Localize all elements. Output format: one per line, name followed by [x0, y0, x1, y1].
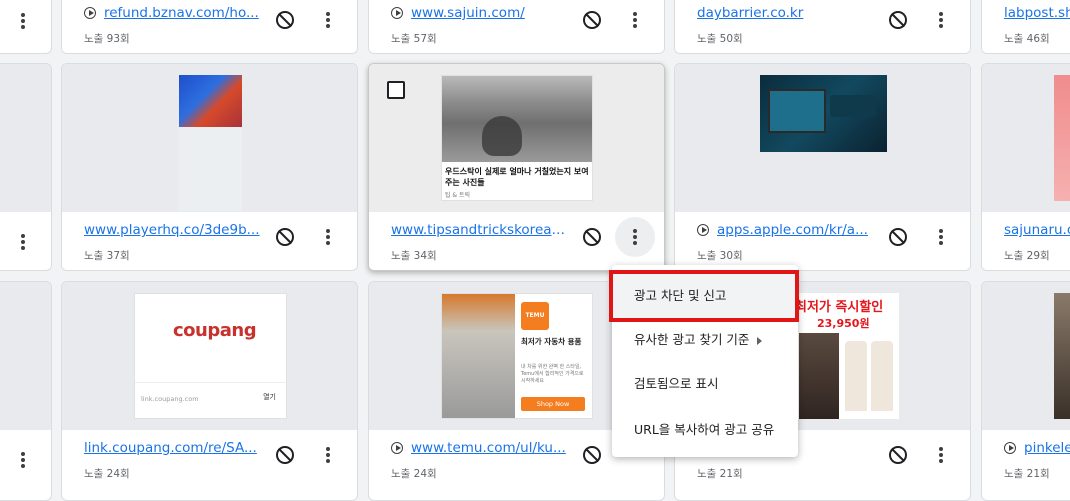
menu-item-label: URL을 복사하여 광고 공유 — [634, 422, 775, 437]
ad-card[interactable]: www.playerhq.co/3de9b... 노출 37회 — [61, 63, 358, 271]
impression-count: 노출 50회 — [697, 33, 743, 45]
more-options-icon[interactable] — [21, 234, 25, 250]
ad-url-link[interactable]: refund.bznav.com/ho... — [104, 5, 264, 21]
ad-card[interactable]: apps.apple.com/kr/a... 노출 30회 — [674, 63, 971, 271]
ad-image: 최저가 즉시할인 23,950원 — [795, 293, 899, 419]
video-icon — [391, 7, 403, 19]
ad-url-link[interactable]: apps.apple.com/kr/a... — [717, 222, 872, 238]
select-checkbox[interactable] — [387, 81, 405, 99]
menu-item-mark-reviewed[interactable]: 검토됨으로 표시 — [612, 362, 798, 406]
coupang-logo: coupang — [173, 320, 257, 341]
video-icon — [84, 7, 96, 19]
block-icon[interactable] — [276, 228, 294, 246]
block-icon[interactable] — [583, 446, 601, 464]
impression-count: 노출 24회 — [391, 468, 437, 480]
ad-url-link[interactable]: sajunaru.c — [1004, 222, 1070, 238]
block-icon[interactable] — [889, 228, 907, 246]
impression-count: 노출 34회 — [391, 250, 437, 262]
block-icon[interactable] — [276, 11, 294, 29]
impression-count: 노출 24회 — [84, 468, 130, 480]
ad-url-link[interactable]: www.playerhq.co/3de9b... — [84, 222, 260, 238]
more-options-icon[interactable] — [326, 229, 330, 245]
ad-caption: 우드스탁이 실제로 얼마나 거칠었는지 보여주는 사진들 — [445, 167, 589, 187]
ad-preview — [0, 64, 51, 212]
ad-card[interactable]: daybarrier.co.kr 노출 50회 — [674, 0, 971, 54]
block-icon[interactable] — [889, 446, 907, 464]
impression-count: 노출 46회 — [1004, 33, 1050, 45]
more-options-icon[interactable] — [326, 447, 330, 463]
ad-card[interactable]: pinkele 노출 21회 — [981, 281, 1070, 501]
ad-card[interactable]: labpost.sh 노출 46회 — [981, 0, 1070, 54]
ad-source: 팁 & 트릭 — [445, 192, 471, 199]
video-icon — [1004, 442, 1016, 454]
ad-card[interactable]: www.sajuin.com/ 노출 57회 — [368, 0, 665, 54]
menu-item-find-similar[interactable]: 유사한 광고 찾기 기준 — [612, 318, 798, 362]
more-options-icon[interactable] — [21, 452, 25, 468]
block-icon[interactable] — [276, 446, 294, 464]
ad-card-selected[interactable]: 우드스탁이 실제로 얼마나 거칠었는지 보여주는 사진들 팁 & 트릭 www.… — [368, 63, 665, 271]
video-icon — [391, 442, 403, 454]
ad-image: TEMU 최저가 자동차 용품 내 차를 위한 완벽 한 스타일, Temu에서… — [441, 293, 593, 419]
more-options-icon[interactable] — [21, 13, 25, 29]
block-icon[interactable] — [583, 11, 601, 29]
ad-url-link[interactable]: pinkele — [1024, 440, 1070, 456]
more-options-icon[interactable] — [939, 447, 943, 463]
highlight-box — [609, 270, 799, 322]
ad-image — [179, 75, 242, 211]
menu-item-copy-url[interactable]: URL을 복사하여 광고 공유 — [612, 408, 798, 452]
ad-preview — [982, 64, 1070, 212]
ad-image — [760, 75, 887, 152]
ad-card[interactable]: refund.bznav.com/ho... 노출 93회 — [61, 0, 358, 54]
ad-image — [1054, 75, 1070, 201]
submenu-arrow-icon — [757, 336, 763, 345]
impression-count: 노출 30회 — [697, 250, 743, 262]
ad-url-link[interactable]: link.coupang.com/re/SA... — [84, 440, 260, 456]
more-options-icon[interactable] — [939, 12, 943, 28]
shop-now-button[interactable]: Shop Now — [521, 397, 585, 411]
more-options-icon[interactable] — [633, 229, 637, 245]
ad-image: 우드스탁이 실제로 얼마나 거칠었는지 보여주는 사진들 팁 & 트릭 — [441, 75, 593, 201]
ad-url-link[interactable]: www.sajuin.com/ — [411, 5, 571, 21]
ad-price: 23,950원 — [817, 317, 870, 330]
ad-preview: coupang link.coupang.com 열기 — [62, 282, 357, 430]
block-icon[interactable] — [583, 228, 601, 246]
impression-count: 노출 57회 — [391, 33, 437, 45]
ad-preview — [982, 282, 1070, 430]
video-icon — [697, 224, 709, 236]
impression-count: 노출 29회 — [1004, 250, 1050, 262]
temu-logo: TEMU — [521, 302, 549, 330]
ad-title: 최저가 자동차 용품 — [521, 337, 582, 346]
more-options-icon[interactable] — [633, 12, 637, 28]
ad-card[interactable]: sajunaru.c 노출 29회 — [981, 63, 1070, 271]
menu-item-label: 검토됨으로 표시 — [634, 376, 719, 391]
ad-preview — [675, 64, 970, 212]
ad-card[interactable] — [0, 0, 52, 54]
block-icon[interactable] — [889, 11, 907, 29]
ad-card[interactable]: coupang link.coupang.com 열기 link.coupang… — [61, 281, 358, 501]
more-options-icon[interactable] — [939, 229, 943, 245]
ad-image: coupang link.coupang.com 열기 — [134, 293, 287, 419]
ad-url-link[interactable]: www.temu.com/ul/ku... — [411, 440, 566, 456]
impression-count: 노출 93회 — [84, 33, 130, 45]
ad-url-link[interactable]: www.tipsandtrickskorea.... — [391, 222, 567, 238]
ad-body: 내 차를 위한 완벽 한 스타일, Temu에서 합리적인 가격으로 시작하세요 — [521, 364, 584, 384]
more-options-icon[interactable] — [326, 12, 330, 28]
impression-count: 노출 21회 — [1004, 468, 1050, 480]
ad-card[interactable] — [0, 281, 52, 501]
impression-count: 노출 21회 — [697, 468, 743, 480]
ad-open-link[interactable]: 열기 — [263, 392, 276, 402]
ad-preview: 우드스탁이 실제로 얼마나 거칠었는지 보여주는 사진들 팁 & 트릭 — [369, 64, 664, 212]
menu-item-label: 유사한 광고 찾기 기준 — [634, 332, 750, 347]
ad-image — [1054, 293, 1070, 419]
ad-preview — [0, 282, 51, 430]
ad-headline: 최저가 즉시할인 — [795, 300, 884, 315]
ad-card[interactable] — [0, 63, 52, 271]
impression-count: 노출 37회 — [84, 250, 130, 262]
ad-preview — [62, 64, 357, 212]
ad-url-link[interactable]: daybarrier.co.kr — [697, 5, 867, 21]
ad-domain: link.coupang.com — [141, 395, 199, 403]
ad-url-link[interactable]: labpost.sh — [1004, 5, 1070, 21]
